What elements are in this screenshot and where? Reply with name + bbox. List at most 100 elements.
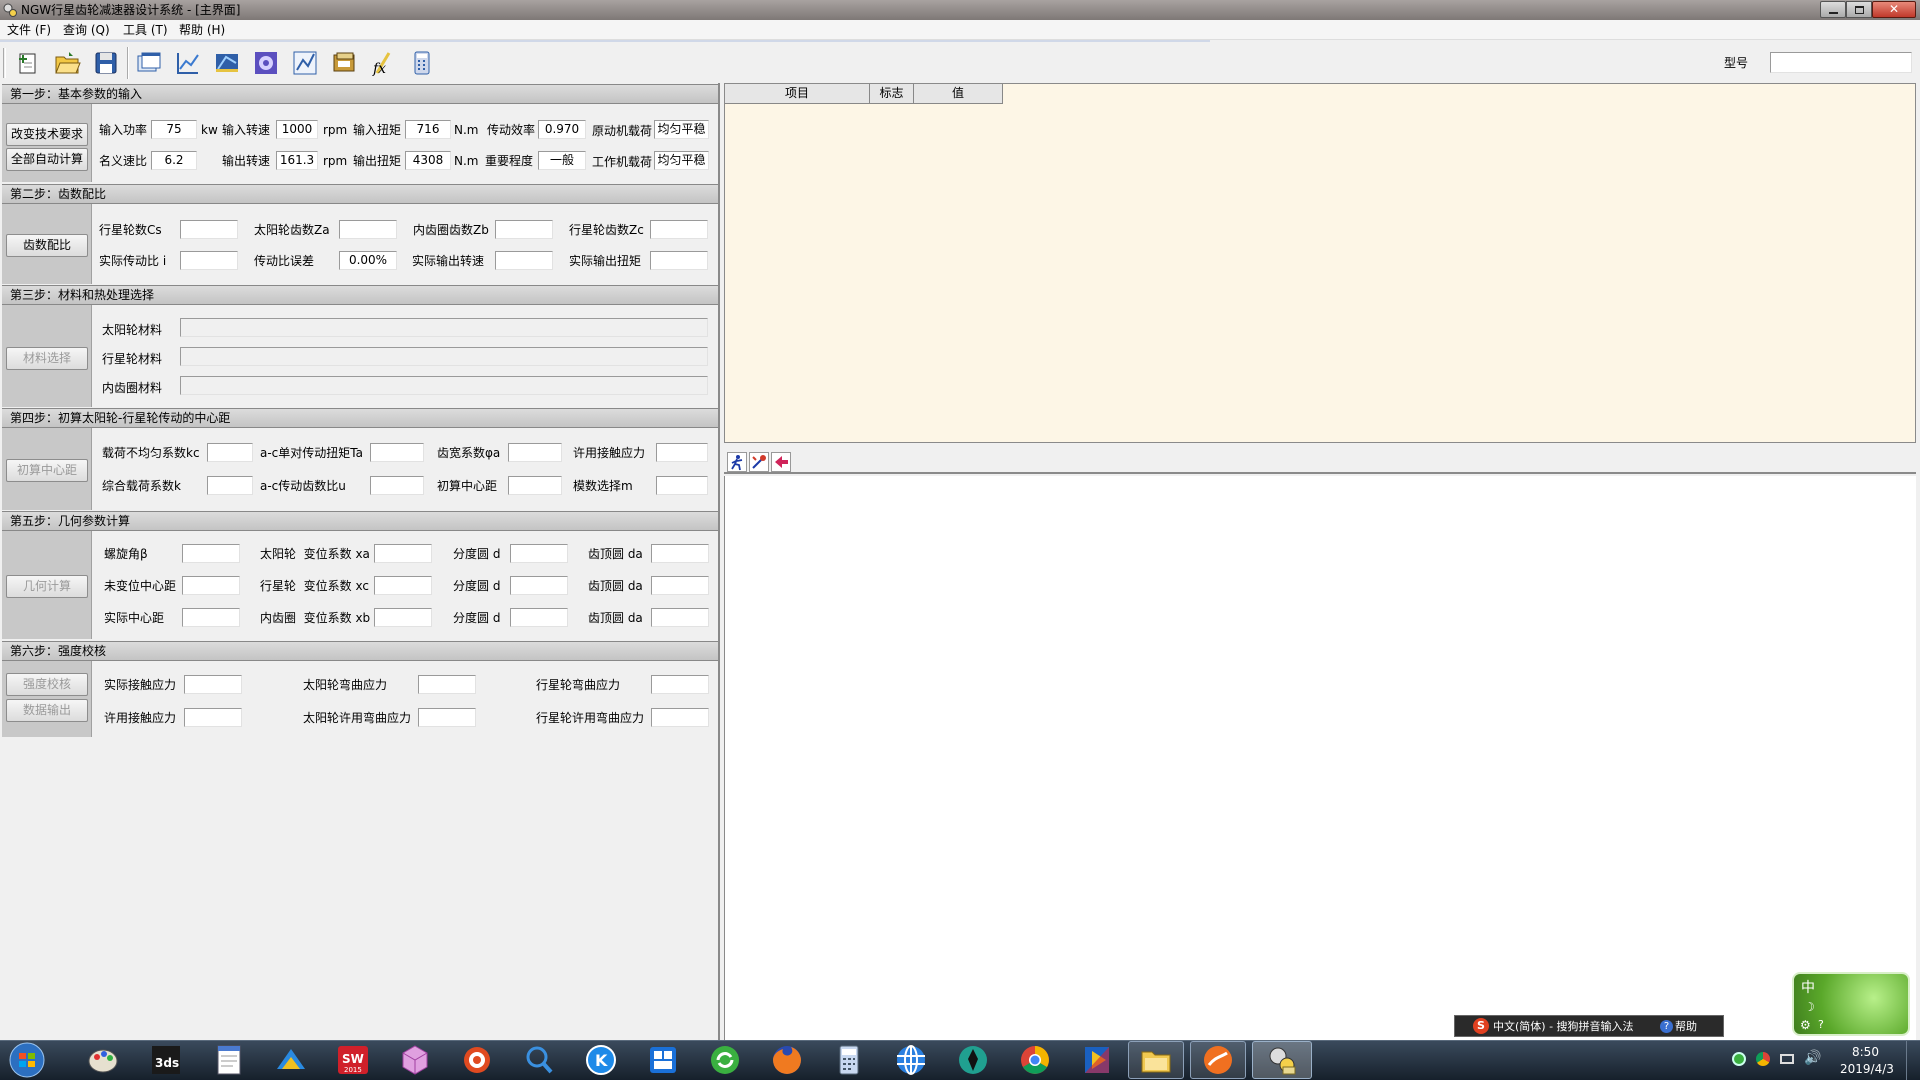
k-field[interactable] <box>207 476 253 495</box>
model-input[interactable] <box>1770 52 1912 73</box>
planet-xc-field[interactable] <box>374 576 432 595</box>
planet-teeth-field[interactable] <box>650 220 708 239</box>
unmod-center-field[interactable] <box>182 576 240 595</box>
actual-contact-field[interactable] <box>184 675 242 694</box>
center-dist-field[interactable] <box>508 476 562 495</box>
pen-app-icon[interactable] <box>946 1040 1000 1080</box>
drawing-icon[interactable] <box>210 46 244 80</box>
strength-check-button[interactable]: 强度校核 <box>6 673 88 696</box>
prime-load-field[interactable]: 均匀平稳 <box>654 120 709 139</box>
open-folder-icon[interactable] <box>50 46 84 80</box>
window-icon[interactable] <box>132 46 166 80</box>
ta-field[interactable] <box>370 443 424 462</box>
globe-app-icon[interactable] <box>884 1040 938 1080</box>
ratio-error-field[interactable]: 0.00% <box>339 251 397 270</box>
menu-file[interactable]: 文件 (F) <box>7 22 51 38</box>
chrome-icon[interactable] <box>1008 1040 1062 1080</box>
nominal-ratio-field[interactable]: 6.2 <box>151 151 197 170</box>
solidworks-2015-icon[interactable]: SW 2015 <box>326 1040 380 1080</box>
module-field[interactable] <box>656 476 708 495</box>
menu-tools[interactable]: 工具 (T) <box>123 22 168 38</box>
calculator-icon[interactable] <box>405 46 439 80</box>
helix-field[interactable] <box>182 544 240 563</box>
tools-icon[interactable] <box>749 452 769 472</box>
tray-monitor-icon[interactable] <box>1780 1054 1794 1064</box>
input-power-field[interactable]: 75 <box>151 120 197 139</box>
ring-material-field[interactable] <box>180 376 708 395</box>
sun-allow-bending-field[interactable] <box>418 708 476 727</box>
allow-contact-field-4[interactable] <box>656 443 708 462</box>
run-figure-icon[interactable] <box>727 452 747 472</box>
ngw-app-icon[interactable] <box>1255 1040 1309 1080</box>
initial-center-button[interactable]: 初算中心距 <box>6 459 88 482</box>
k-app-icon[interactable]: K <box>574 1040 628 1080</box>
work-load-field[interactable]: 均匀平稳 <box>654 151 709 170</box>
ring-teeth-field[interactable] <box>495 220 553 239</box>
actual-ratio-field[interactable] <box>180 251 238 270</box>
menu-query[interactable]: 查询 (Q) <box>63 22 110 38</box>
auto-calculate-button[interactable]: 全部自动计算 <box>6 148 88 171</box>
ime-widget[interactable]: 中 ☽ ⚙ ? <box>1792 972 1910 1036</box>
u-field[interactable] <box>370 476 424 495</box>
kuaipan-icon[interactable] <box>264 1040 318 1080</box>
search-app-icon[interactable] <box>512 1040 566 1080</box>
back-arrow-icon[interactable] <box>771 452 791 472</box>
settings-gear-app-icon[interactable] <box>450 1040 504 1080</box>
calculator-app-icon[interactable] <box>822 1040 876 1080</box>
clock-date[interactable]: 2019/4/3 <box>1840 1061 1894 1077</box>
planet-da-field[interactable] <box>651 576 709 595</box>
grid-col-item[interactable]: 项目 <box>725 84 870 104</box>
maximize-button[interactable] <box>1846 1 1872 18</box>
teeth-ratio-button[interactable]: 齿数配比 <box>6 234 88 257</box>
formula-fx-icon[interactable]: fx <box>366 46 400 80</box>
importance-field[interactable]: 一般 <box>538 151 586 170</box>
sun-material-field[interactable] <box>180 318 708 337</box>
input-torque-field[interactable]: 716 <box>405 120 451 139</box>
planet-material-field[interactable] <box>180 347 708 366</box>
tray-network-icon[interactable] <box>1732 1052 1746 1066</box>
chart-icon[interactable] <box>171 46 205 80</box>
windows-start-icon[interactable] <box>0 1040 54 1080</box>
sun-teeth-field[interactable] <box>339 220 397 239</box>
sun-da-field[interactable] <box>651 544 709 563</box>
menu-help[interactable]: 帮助 (H) <box>179 22 225 38</box>
media-app-icon[interactable] <box>1070 1040 1124 1080</box>
database-icon[interactable] <box>327 46 361 80</box>
save-icon[interactable] <box>89 46 123 80</box>
tray-volume-icon[interactable]: 🔊 <box>1804 1050 1821 1066</box>
clock-time[interactable]: 8:50 <box>1852 1044 1879 1060</box>
3ds-max-icon[interactable]: 3ds <box>139 1040 193 1080</box>
grid-col-value[interactable]: 值 <box>914 84 1003 104</box>
sun-d-field[interactable] <box>510 544 568 563</box>
planet-count-field[interactable] <box>180 220 238 239</box>
gear-disc-icon[interactable] <box>249 46 283 80</box>
ime-language-bar[interactable]: S 中文(简体) - 搜狗拼音输入法 ? 帮助 <box>1454 1015 1724 1037</box>
graph-icon[interactable] <box>288 46 322 80</box>
actual-center-field[interactable] <box>182 608 240 627</box>
ring-xb-field[interactable] <box>374 608 432 627</box>
orange-app-icon[interactable] <box>1191 1040 1245 1080</box>
actual-out-speed-field[interactable] <box>495 251 553 270</box>
notepad-icon[interactable] <box>202 1040 256 1080</box>
grid-col-symbol[interactable]: 标志 <box>870 84 914 104</box>
ring-da-field[interactable] <box>651 608 709 627</box>
sun-xa-field[interactable] <box>374 544 432 563</box>
actual-out-torque-field[interactable] <box>650 251 708 270</box>
preview-area[interactable] <box>724 476 1916 1040</box>
planet-d-field[interactable] <box>510 576 568 595</box>
planet-allow-bending-field[interactable] <box>651 708 709 727</box>
paint-icon[interactable] <box>76 1040 130 1080</box>
change-requirements-button[interactable]: 改变技术要求 <box>6 123 88 146</box>
ring-d-field[interactable] <box>510 608 568 627</box>
output-torque-field[interactable]: 4308 <box>405 151 451 170</box>
planet-bending-field[interactable] <box>651 675 709 694</box>
show-desktop-button[interactable] <box>1906 1041 1920 1080</box>
refresh-app-icon[interactable] <box>698 1040 752 1080</box>
ime-help-label[interactable]: 帮助 <box>1675 1019 1697 1035</box>
minimize-button[interactable] <box>1820 1 1846 18</box>
allow-contact-field-6[interactable] <box>184 708 242 727</box>
input-speed-field[interactable]: 1000 <box>276 120 318 139</box>
output-speed-field[interactable]: 161.3 <box>276 151 318 170</box>
results-grid[interactable]: 项目 标志 值 <box>724 83 1916 443</box>
tray-chrome-icon[interactable] <box>1756 1052 1770 1066</box>
